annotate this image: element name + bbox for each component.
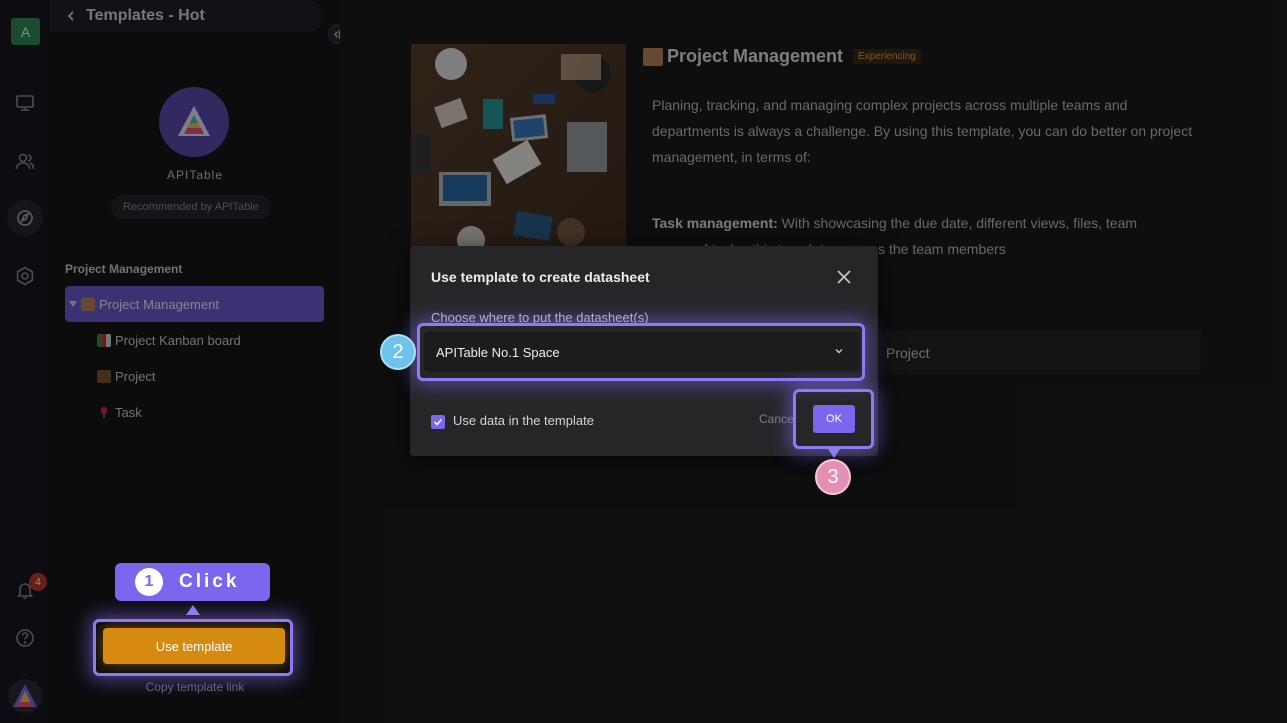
back-chevron-icon[interactable] bbox=[64, 9, 78, 23]
step-2-marker: 2 bbox=[380, 334, 416, 370]
explore-icon[interactable] bbox=[7, 200, 43, 236]
tree-item-task[interactable]: Task bbox=[65, 394, 324, 430]
copy-template-link[interactable]: Copy template link bbox=[50, 680, 340, 694]
chart-icon bbox=[97, 333, 111, 347]
help-icon[interactable] bbox=[13, 626, 37, 650]
tree-item-label: Project Management bbox=[99, 296, 219, 312]
apitable-logo bbox=[159, 87, 229, 157]
task-text: With showcasing the due date, different … bbox=[781, 215, 1138, 231]
step-1-text: Click bbox=[179, 571, 240, 592]
step3-highlight bbox=[793, 389, 874, 449]
template-cover-image bbox=[411, 44, 626, 254]
folder-icon bbox=[81, 297, 95, 311]
recommended-badge: Recommended by APITable bbox=[111, 195, 271, 219]
tree-item-project-kanban-board[interactable]: Project Kanban board bbox=[65, 322, 324, 358]
dialog-title: Use template to create datasheet bbox=[431, 269, 650, 285]
step-3-marker: 3 bbox=[815, 459, 851, 495]
step2-highlight bbox=[417, 323, 865, 381]
template-title: Project Management Experiencing bbox=[643, 46, 921, 67]
notification-badge: 4 bbox=[29, 573, 47, 591]
brand-name: APITable bbox=[166, 168, 224, 182]
folder-icon bbox=[643, 47, 663, 66]
check-icon bbox=[434, 419, 442, 426]
tree-item-project-management[interactable]: Project Management bbox=[65, 286, 324, 322]
use-data-label: Use data in the template bbox=[453, 413, 594, 428]
tree-item-label: Project bbox=[115, 368, 156, 384]
tree-item-label: Task bbox=[115, 404, 142, 420]
user-avatar[interactable] bbox=[8, 679, 42, 713]
cancel-button[interactable]: Cancel bbox=[759, 412, 796, 426]
step-3-pointer bbox=[828, 449, 840, 458]
experiencing-tag: Experiencing bbox=[853, 49, 921, 64]
pin-icon bbox=[97, 405, 111, 419]
left-rail: A 4 bbox=[0, 0, 50, 723]
caret-down-icon[interactable] bbox=[69, 300, 77, 308]
template-title-text: Project Management bbox=[667, 46, 844, 66]
space-avatar[interactable]: A bbox=[11, 18, 40, 45]
members-icon[interactable] bbox=[13, 149, 37, 173]
section-title: Project Management bbox=[65, 262, 183, 276]
workbench-icon[interactable] bbox=[13, 91, 37, 115]
task-heading: Task management: bbox=[652, 215, 778, 231]
tree-item-project[interactable]: Project bbox=[65, 358, 324, 394]
tree-item-label: Project Kanban board bbox=[115, 332, 241, 348]
step-1-tooltip-arrow bbox=[186, 605, 200, 615]
briefcase-icon bbox=[97, 369, 111, 383]
step-1-tooltip: 1 Click bbox=[115, 563, 270, 601]
template-description: Planing, tracking, and managing complex … bbox=[652, 97, 1193, 165]
panel-header: Templates - Hot bbox=[50, 0, 324, 32]
settings-icon[interactable] bbox=[13, 264, 37, 288]
datasheet-row-project[interactable]: Project bbox=[870, 331, 1201, 374]
close-icon[interactable] bbox=[836, 269, 852, 285]
step1-highlight bbox=[93, 619, 293, 676]
use-data-checkbox[interactable] bbox=[431, 415, 445, 429]
step-1-number: 1 bbox=[135, 568, 163, 596]
panel-title: Templates - Hot bbox=[86, 7, 205, 24]
